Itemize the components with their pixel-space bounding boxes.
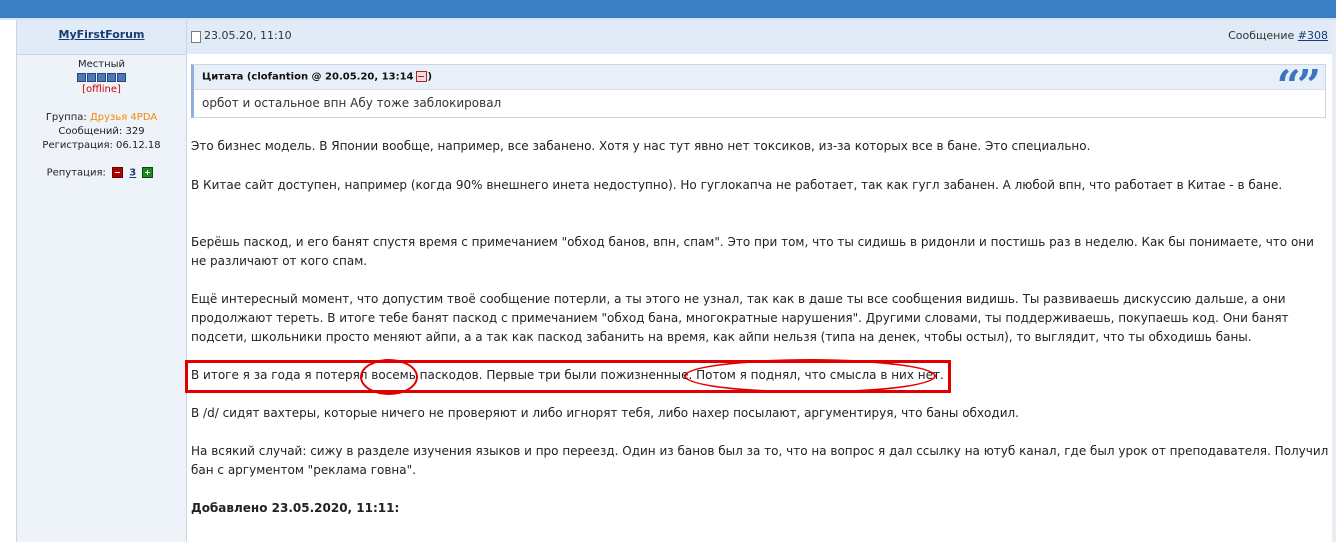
quote-title-end: ) xyxy=(427,71,433,83)
posts-label: Сообщений: xyxy=(58,126,123,137)
post-paragraph-6: В /d/ сидят вахтеры, которые ничего не п… xyxy=(191,406,1019,420)
author-group-row: Группа: Друзья 4PDA xyxy=(17,111,186,125)
author-column: MyFirstForum Местный [offline] Группа: Д… xyxy=(16,20,187,542)
post-paragraph-3: Берёшь паскод, и его банят спустя время … xyxy=(191,235,1314,268)
rank-pips xyxy=(17,73,186,82)
rank-pip-icon xyxy=(117,73,126,82)
author-rank: Местный xyxy=(77,59,126,70)
post-body: Цитата (clofantion @ 20.05.20, 13:14) “”… xyxy=(185,54,1332,542)
reputation-plus-icon[interactable] xyxy=(142,167,154,178)
author-status: [offline] xyxy=(82,84,121,95)
author-meta: Группа: Друзья 4PDA Сообщений: 329 Регис… xyxy=(17,111,186,153)
post-paragraph-5: В итоге я за года я потерял восемь паско… xyxy=(191,368,944,382)
rank-pip-icon xyxy=(107,73,116,82)
registration-label: Регистрация: xyxy=(42,140,113,151)
post-paragraph-7: На всякий случай: сижу в разделе изучени… xyxy=(191,444,1329,477)
author-reputation-row: Репутация: 3 xyxy=(17,167,186,179)
reputation-count-link[interactable]: 3 xyxy=(129,168,136,179)
author-username-link[interactable]: MyFirstForum xyxy=(17,28,186,41)
rank-pip-icon xyxy=(77,73,86,82)
page-scrollbar[interactable] xyxy=(1332,20,1336,542)
rank-pip-icon xyxy=(87,73,96,82)
post-paragraph-4: Ещё интересный момент, что допустим твоё… xyxy=(191,292,1289,344)
quote-text: орбот и остальное впн Абу тоже заблокиро… xyxy=(202,96,502,110)
group-label: Группа: xyxy=(45,112,87,123)
added-timestamp: Добавлено 23.05.2020, 11:11: xyxy=(191,501,400,515)
quote-source-link-icon[interactable] xyxy=(416,71,428,82)
quote-title: Цитата (clofantion @ 20.05.20, 13:14) xyxy=(202,71,432,83)
post-paragraph-2: В Китае сайт доступен, например (когда 9… xyxy=(191,178,1283,192)
message-number-link[interactable]: #308 xyxy=(1298,29,1328,42)
quote-block: Цитата (clofantion @ 20.05.20, 13:14) “”… xyxy=(191,64,1326,118)
forum-top-bar xyxy=(0,0,1336,18)
message-label: Сообщение xyxy=(1228,29,1295,42)
post-paragraph-1: Это бизнес модель. В Японии вообще, напр… xyxy=(191,139,1091,153)
quote-marks-icon: “” xyxy=(1276,61,1321,110)
post-added-note: Добавлено 23.05.2020, 11:11: xyxy=(191,499,1331,518)
post-message-number: Сообщение #308 xyxy=(1228,29,1328,42)
author-posts-row: Сообщений: 329 xyxy=(17,125,186,139)
quote-title-text: Цитата (clofantion @ 20.05.20, 13:14 xyxy=(202,71,414,83)
reputation-minus-icon[interactable] xyxy=(112,167,124,178)
post-date: 23.05.20, 11:10 xyxy=(204,29,292,42)
post-header: 23.05.20, 11:10 Сообщение #308 xyxy=(187,20,1332,55)
author-header: MyFirstForum xyxy=(17,20,186,55)
posts-value: 329 xyxy=(125,126,145,137)
group-value: Друзья 4PDA xyxy=(89,112,158,123)
reputation-label: Репутация: xyxy=(46,167,106,179)
author-profile: Местный [offline] Группа: Друзья 4PDA Со… xyxy=(17,58,186,179)
rank-pip-icon xyxy=(97,73,106,82)
author-registration-row: Регистрация: 06.12.18 xyxy=(17,139,186,153)
quote-header: Цитата (clofantion @ 20.05.20, 13:14) “” xyxy=(194,65,1325,107)
document-icon xyxy=(191,31,201,43)
registration-value: 06.12.18 xyxy=(116,140,161,151)
